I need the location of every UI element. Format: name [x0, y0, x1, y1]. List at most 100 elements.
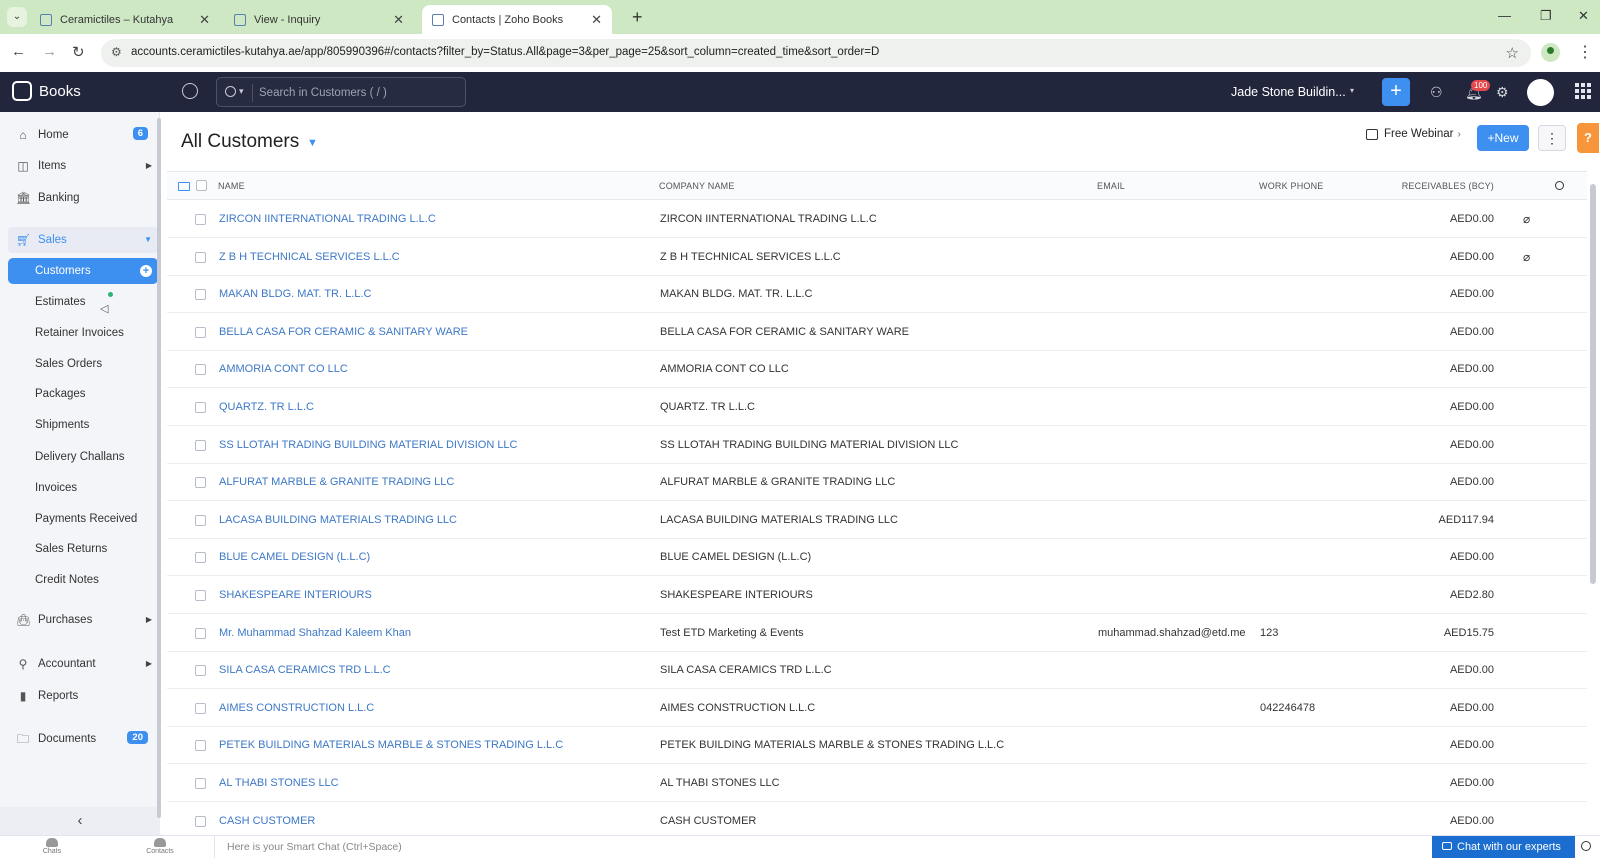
- row-checkbox[interactable]: [195, 627, 206, 639]
- customer-name-link[interactable]: Z B H TECHNICAL SERVICES L.L.C: [219, 251, 400, 263]
- sidebar-item-purchases[interactable]: 👜︎ Purchases ▶: [8, 607, 158, 633]
- sidebar-item-payments-received[interactable]: Payments Received: [8, 506, 158, 532]
- new-customer-button[interactable]: +New: [1477, 125, 1529, 151]
- close-icon[interactable]: ✕: [199, 12, 210, 28]
- row-checkbox[interactable]: [195, 514, 206, 526]
- chevron-down-icon[interactable]: ▼: [307, 137, 318, 149]
- table-row[interactable]: LACASA BUILDING MATERIALS TRADING LLC LAC…: [167, 501, 1587, 539]
- sidebar-scrollbar[interactable]: [157, 118, 161, 818]
- customer-name-link[interactable]: ALFURAT MARBLE & GRANITE TRADING LLC: [219, 476, 454, 488]
- org-switcher[interactable]: Jade Stone Buildin...: [1231, 85, 1346, 99]
- sidebar-item-sales-returns[interactable]: Sales Returns: [8, 536, 158, 562]
- table-row[interactable]: QUARTZ. TR L.L.C QUARTZ. TR L.L.C AED0.00: [167, 388, 1587, 426]
- table-row[interactable]: PETEK BUILDING MATERIALS MARBLE & STONES…: [167, 726, 1587, 765]
- gear-icon[interactable]: ⚙: [1496, 84, 1509, 101]
- table-row[interactable]: SHAKESPEARE INTERIOURS SHAKESPEARE INTERI…: [167, 576, 1587, 614]
- column-header-email[interactable]: EMAIL: [1097, 181, 1125, 191]
- quick-create-button[interactable]: +: [1382, 78, 1410, 106]
- row-checkbox[interactable]: [195, 815, 206, 827]
- row-checkbox[interactable]: [195, 326, 206, 338]
- customer-name-link[interactable]: ZIRCON IINTERNATIONAL TRADING L.L.C: [219, 213, 436, 225]
- back-icon[interactable]: ←: [11, 43, 26, 60]
- chat-with-experts-button[interactable]: Chat with our experts: [1432, 836, 1575, 858]
- search-icon[interactable]: [225, 86, 236, 97]
- row-checkbox[interactable]: [195, 364, 206, 376]
- sidebar-item-packages[interactable]: Packages: [8, 381, 158, 407]
- browser-tab-1[interactable]: Ceramictiles – Kutahya ✕: [30, 5, 220, 34]
- column-header-work-phone[interactable]: WORK PHONE: [1259, 181, 1324, 191]
- collapse-sidebar-button[interactable]: ‹: [0, 807, 160, 835]
- minimize-icon[interactable]: —: [1498, 8, 1511, 23]
- sidebar-item-credit-notes[interactable]: Credit Notes: [8, 567, 158, 593]
- column-settings-icon[interactable]: [178, 182, 190, 191]
- table-row[interactable]: ZIRCON IINTERNATIONAL TRADING L.L.C ZIRCO…: [167, 200, 1587, 238]
- row-checkbox[interactable]: [195, 439, 206, 451]
- customer-name-link[interactable]: AMMORIA CONT CO LLC: [219, 363, 348, 375]
- browser-tab-2[interactable]: View - Inquiry ✕: [224, 5, 414, 34]
- customer-name-link[interactable]: CASH CUSTOMER: [219, 815, 315, 827]
- main-scrollbar[interactable]: [1590, 184, 1596, 584]
- customer-name-link[interactable]: AIMES CONSTRUCTION L.L.C: [219, 702, 374, 714]
- close-icon[interactable]: ✕: [393, 12, 404, 28]
- page-title[interactable]: All Customers: [181, 131, 299, 153]
- search-input[interactable]: [259, 83, 459, 103]
- add-customer-icon[interactable]: +: [140, 265, 152, 277]
- users-icon[interactable]: ⚇: [1430, 84, 1443, 101]
- sidebar-item-items[interactable]: ◫ Items ▶: [8, 153, 158, 179]
- smart-chat-input[interactable]: Here is your Smart Chat (Ctrl+Space): [214, 836, 1429, 858]
- sidebar-item-accountant[interactable]: ⚲ Accountant ▶: [8, 651, 158, 677]
- sidebar-item-invoices[interactable]: Invoices: [8, 475, 158, 501]
- attachment-icon[interactable]: ⌀: [1523, 250, 1530, 264]
- profile-icon[interactable]: [1541, 43, 1560, 62]
- table-row[interactable]: SILA CASA CERAMICS TRD L.L.C SILA CASA CE…: [167, 651, 1587, 690]
- table-row[interactable]: ALFURAT MARBLE & GRANITE TRADING LLC ALFU…: [167, 463, 1587, 502]
- customer-name-link[interactable]: QUARTZ. TR L.L.C: [219, 401, 314, 413]
- column-header-name[interactable]: NAME: [218, 181, 245, 191]
- more-options-button[interactable]: ⋮: [1538, 125, 1566, 151]
- sidebar-item-sales-orders[interactable]: Sales Orders: [8, 351, 158, 377]
- row-checkbox[interactable]: [195, 590, 206, 601]
- row-checkbox[interactable]: [195, 402, 206, 413]
- avatar[interactable]: [1527, 79, 1554, 106]
- customer-name-link[interactable]: SILA CASA CERAMICS TRD L.L.C: [219, 664, 391, 676]
- sidebar-item-retainer-invoices[interactable]: Retainer Invoices: [8, 320, 158, 346]
- search-icon[interactable]: [1581, 841, 1591, 851]
- row-checkbox[interactable]: [195, 665, 206, 677]
- customer-name-link[interactable]: SS LLOTAH TRADING BUILDING MATERIAL DIVI…: [219, 439, 518, 451]
- chats-button[interactable]: Chats: [37, 838, 67, 855]
- customer-name-link[interactable]: MAKAN BLDG. MAT. TR. L.L.C: [219, 288, 371, 300]
- sidebar-item-estimates[interactable]: Estimates ◁: [8, 289, 158, 315]
- table-row[interactable]: CASH CUSTOMER CASH CUSTOMER AED0.00: [167, 802, 1587, 835]
- customer-name-link[interactable]: BLUE CAMEL DESIGN (L.L.C): [219, 551, 370, 563]
- row-checkbox[interactable]: [195, 289, 206, 301]
- url-field[interactable]: ⚙ accounts.ceramictiles-kutahya.ae/app/8…: [101, 39, 1531, 67]
- browser-menu-icon[interactable]: ⋮: [1577, 42, 1593, 62]
- global-search[interactable]: ▾: [216, 77, 466, 107]
- customer-name-link[interactable]: LACASA BUILDING MATERIALS TRADING LLC: [219, 514, 457, 526]
- window-close-icon[interactable]: ✕: [1578, 8, 1589, 24]
- row-checkbox[interactable]: [195, 702, 206, 714]
- sidebar-item-banking[interactable]: 🏛︎ Banking: [8, 185, 158, 211]
- announcement-icon[interactable]: ◁: [100, 292, 114, 322]
- table-row[interactable]: BLUE CAMEL DESIGN (L.L.C) BLUE CAMEL DESI…: [167, 538, 1587, 577]
- sidebar-item-delivery-challans[interactable]: Delivery Challans: [8, 444, 158, 470]
- customer-name-link[interactable]: Mr. Muhammad Shahzad Kaleem Khan: [219, 627, 411, 639]
- customer-name-link[interactable]: BELLA CASA FOR CERAMIC & SANITARY WARE: [219, 326, 468, 338]
- sidebar-item-documents[interactable]: 🗀 Documents 20: [8, 726, 158, 752]
- sidebar-item-shipments[interactable]: Shipments: [8, 412, 158, 438]
- site-info-icon[interactable]: ⚙: [111, 45, 122, 59]
- sidebar-item-reports[interactable]: ▮ Reports: [8, 683, 158, 709]
- row-checkbox[interactable]: [195, 552, 206, 564]
- tab-list-button[interactable]: ⌄: [7, 7, 27, 27]
- select-all-checkbox[interactable]: [196, 180, 207, 191]
- table-row[interactable]: AL THABI STONES LLC AL THABI STONES LLC AE…: [167, 764, 1587, 802]
- recent-history-icon[interactable]: [182, 83, 198, 99]
- row-checkbox[interactable]: [195, 778, 206, 789]
- table-row[interactable]: Z B H TECHNICAL SERVICES L.L.C Z B H TECH…: [167, 238, 1587, 276]
- column-header-company[interactable]: COMPANY NAME: [659, 181, 735, 191]
- attachment-icon[interactable]: ⌀: [1523, 212, 1530, 226]
- restore-icon[interactable]: ❐: [1540, 8, 1552, 24]
- row-checkbox[interactable]: [195, 251, 206, 263]
- table-row[interactable]: Mr. Muhammad Shahzad Kaleem Khan Test ETD…: [167, 614, 1587, 652]
- sidebar-item-sales[interactable]: 🛒︎ Sales ▼: [8, 227, 158, 253]
